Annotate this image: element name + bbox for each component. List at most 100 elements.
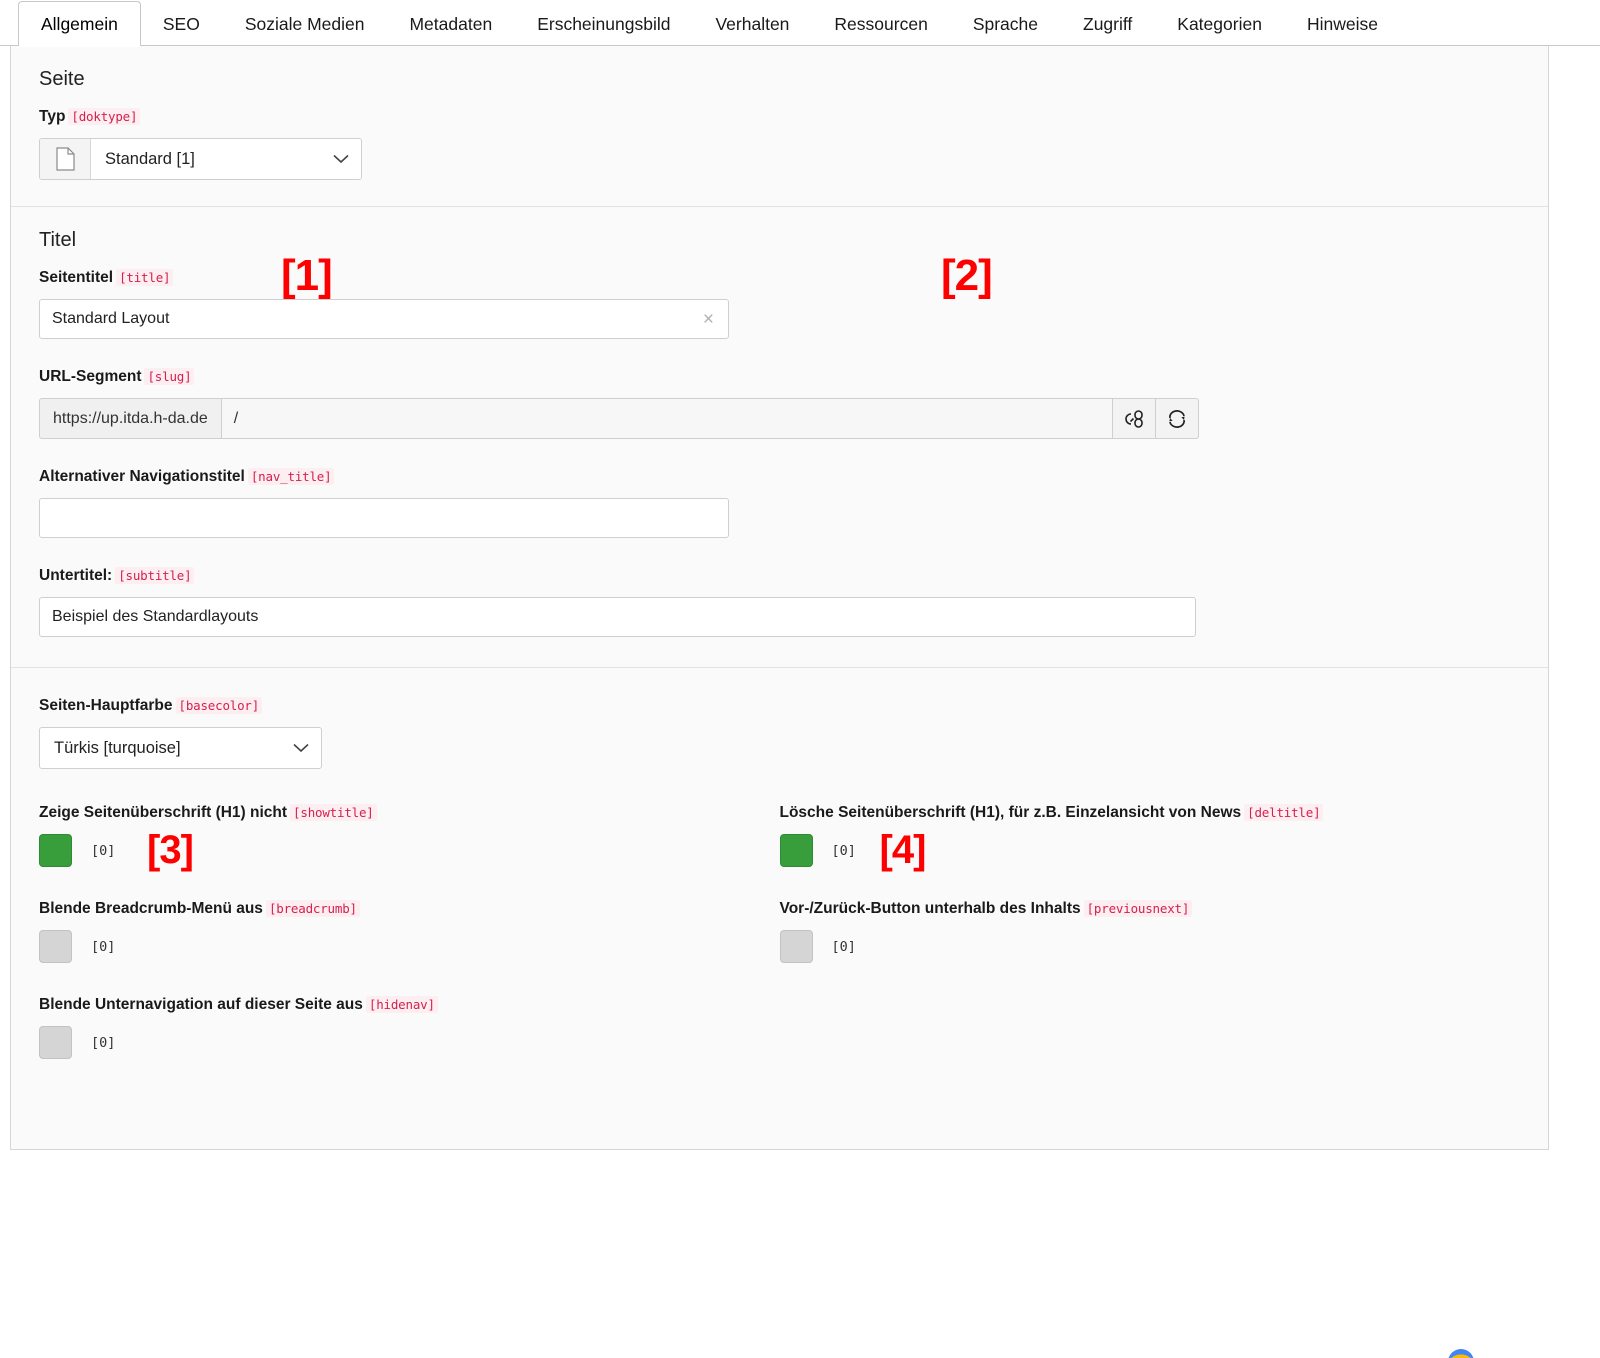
field-previousnext: Vor-/Zurück-Button unterhalb des Inhalts… [779,899,1521,991]
section-titel: Titel Seitentitel [title] Standard Layout… [11,207,1548,668]
page-document-icon-svg [55,147,75,171]
tab-hinweise[interactable]: Hinweise [1284,1,1401,46]
page-document-icon [40,139,91,179]
chevron-down-icon [333,150,349,169]
tab-erscheinungsbild[interactable]: Erscheinungsbild [514,1,693,46]
deltitle-code: [deltitle] [1244,804,1324,821]
options-row-3: Blende Unternavigation auf dieser Seite … [39,995,1520,1091]
tab-metadaten[interactable]: Metadaten [386,1,515,46]
tab-soziale-medien[interactable]: Soziale Medien [222,1,388,46]
nav-title-input[interactable] [39,498,729,538]
field-doktype: Typ [doktype] Standard [1] [39,107,1520,180]
globe-icon [1448,1349,1474,1358]
doktype-code: [doktype] [68,108,141,125]
showtitle-label: Zeige Seitenüberschrift (H1) nicht [showt… [39,803,756,823]
doktype-select[interactable]: Standard [1] [39,138,362,180]
refresh-icon[interactable] [1156,398,1199,439]
options-row-2: Blende Breadcrumb-Menü aus [breadcrumb] [… [39,899,1520,995]
previousnext-value: [0] [831,938,856,955]
field-deltitle: Lösche Seitenüberschrift (H1), für z.B. … [779,803,1521,895]
showtitle-code: [showtitle] [290,804,377,821]
deltitle-toggle[interactable] [779,834,813,867]
hidenav-value: [0] [91,1034,116,1051]
url-segment-input[interactable]: / [220,398,1113,439]
doktype-label: Typ [doktype] [39,107,1520,127]
hidenav-toggle[interactable] [39,1026,72,1059]
options-row-3-spacer [780,995,1521,1091]
field-url-segment: URL-Segment [slug] https://up.itda.h-da.d… [39,367,1520,439]
doktype-value: Standard [1] [105,149,195,168]
previousnext-label: Vor-/Zurück-Button unterhalb des Inhalts… [780,899,1497,919]
hidenav-code: [hidenav] [365,996,438,1013]
url-segment-label: URL-Segment [slug] [39,367,1520,387]
section-title-seite: Seite [39,68,85,90]
tab-ressourcen[interactable]: Ressourcen [811,1,950,46]
tab-zugriff[interactable]: Zugriff [1060,1,1155,46]
section-optionen: Seiten-Hauptfarbe [basecolor] Türkis [tur… [11,668,1548,1149]
nav-title-code: [nav_title] [247,468,335,485]
field-breadcrumb: Blende Breadcrumb-Menü aus [breadcrumb] [… [39,899,780,963]
url-segment-group: https://up.itda.h-da.de / [39,398,1199,439]
breadcrumb-toggle[interactable] [39,930,72,963]
tab-label: Soziale Medien [244,14,365,34]
settings-panel: Seite Typ [doktype] Standard [1] Titel S… [10,46,1549,1150]
tab-label: Zugriff [1083,14,1133,34]
tab-allgemein[interactable]: Allgemein [18,1,141,46]
basecolor-value: Türkis [turquoise] [54,738,181,757]
basecolor-code: [basecolor] [175,697,263,714]
tab-label: Hinweise [1306,14,1378,34]
tab-label: Erscheinungsbild [537,14,671,34]
field-hidenav: Blende Unternavigation auf dieser Seite … [39,995,780,1059]
seitentitel-code: [title] [116,269,174,286]
section-title-titel: Titel [39,229,77,251]
field-showtitle: Zeige Seitenüberschrift (H1) nicht [showt… [39,803,780,870]
seitentitel-label: Seitentitel [title] [39,268,1520,288]
doktype-select-body[interactable]: Standard [1] [91,139,361,179]
deltitle-value: [0] [831,842,856,859]
url-segment-value: / [233,409,239,427]
tab-seo[interactable]: SEO [140,1,223,46]
breadcrumb-code: [breadcrumb] [265,900,360,917]
page-settings-screen: Allgemein SEO Soziale Medien Metadaten E… [0,0,1600,1358]
untertitel-code: [subtitle] [115,567,195,584]
tab-label: Allgemein [41,14,118,34]
basecolor-select[interactable]: Türkis [turquoise] [39,727,322,769]
untertitel-value: Beispiel des Standardlayouts [52,608,259,625]
untertitel-input[interactable]: Beispiel des Standardlayouts [39,597,1196,637]
breadcrumb-label: Blende Breadcrumb-Menü aus [breadcrumb] [39,899,756,919]
tab-label: SEO [162,14,200,34]
basecolor-label: Seiten-Hauptfarbe [basecolor] [39,696,1520,716]
field-basecolor: Seiten-Hauptfarbe [basecolor] Türkis [tur… [39,696,1520,769]
hidenav-toggle-row: [0] [39,1026,756,1059]
deltitle-toggle-row: [0] [779,834,1497,867]
clear-icon[interactable]: × [701,310,716,329]
tab-label: Ressourcen [834,14,928,34]
tab-bar: Allgemein SEO Soziale Medien Metadaten E… [0,0,1600,46]
previousnext-code: [previousnext] [1083,900,1193,917]
showtitle-value: [0] [91,842,116,859]
deltitle-label: Lösche Seitenüberschrift (H1), für z.B. … [780,803,1497,823]
previousnext-toggle[interactable] [779,930,813,963]
chevron-down-icon [293,739,309,758]
url-prefix-label: https://up.itda.h-da.de [39,398,221,439]
tab-label: Sprache [972,14,1038,34]
tab-label: Kategorien [1177,14,1262,34]
field-seitentitel: Seitentitel [title] Standard Layout × [1] [39,254,1520,339]
hidenav-label: Blende Unternavigation auf dieser Seite … [39,995,756,1015]
breadcrumb-value: [0] [91,938,116,955]
seitentitel-value: Standard Layout [52,310,170,327]
field-untertitel: Untertitel: [subtitle] Beispiel des Stand… [39,254,1520,637]
tab-kategorien[interactable]: Kategorien [1154,1,1285,46]
tab-sprache[interactable]: Sprache [950,1,1061,46]
tab-verhalten[interactable]: Verhalten [692,1,812,46]
tab-label: Metadaten [409,14,493,34]
showtitle-toggle[interactable] [39,834,72,867]
seitentitel-input[interactable]: Standard Layout × [39,299,729,339]
showtitle-toggle-row: [0] [39,834,756,867]
previousnext-toggle-row: [0] [779,930,1497,963]
field-nav-title: Alternativer Navigationstitel [nav_title] [39,467,1520,538]
untertitel-label: Untertitel: [subtitle] [39,566,1520,586]
link-toggle-icon[interactable] [1113,398,1156,439]
section-seite: Seite Typ [doktype] Standard [1] [11,46,1548,207]
breadcrumb-toggle-row: [0] [39,930,756,963]
